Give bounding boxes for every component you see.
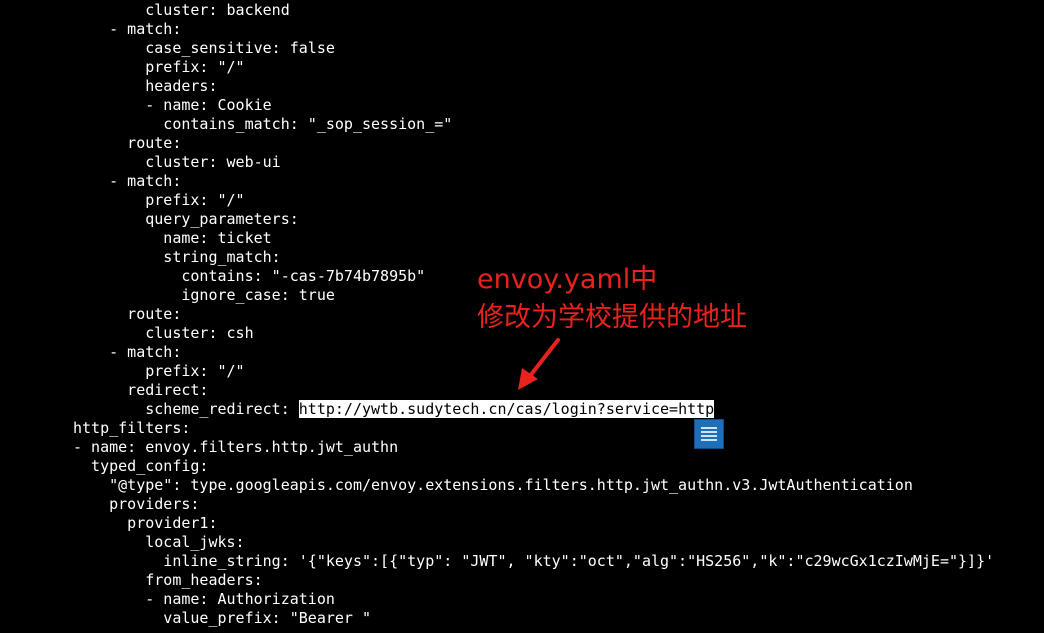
code-line: contains: "-cas-7b74b7895b"	[73, 267, 426, 285]
code-line: route:	[73, 134, 182, 152]
list-icon[interactable]	[694, 419, 724, 449]
code-line: query_parameters:	[73, 210, 299, 228]
code-line: providers:	[73, 495, 200, 513]
code-line: contains_match: "_sop_session_="	[73, 115, 453, 133]
code-line: - match:	[73, 343, 182, 361]
annotation-arrow-icon	[518, 338, 560, 390]
code-line: prefix: "/"	[73, 362, 245, 380]
code-line: - name: Authorization	[73, 590, 335, 608]
code-line: cluster: backend	[73, 1, 290, 19]
code-line: typed_config:	[73, 457, 209, 475]
code-line: http_filters:	[73, 419, 191, 437]
code-line: prefix: "/"	[73, 191, 245, 209]
code-line: case_sensitive: false	[73, 39, 335, 57]
code-line: redirect:	[73, 381, 209, 399]
code-line: cluster: web-ui	[73, 153, 281, 171]
code-line: - match:	[73, 172, 182, 190]
code-line: "@type": type.googleapis.com/envoy.exten…	[73, 476, 913, 494]
code-line: string_match:	[73, 248, 281, 266]
code-line: cluster: csh	[73, 324, 254, 342]
code-line: headers:	[73, 77, 218, 95]
code-line: from_headers:	[73, 571, 263, 589]
code-line-scheme-redirect: scheme_redirect: http://ywtb.sudytech.cn…	[73, 400, 715, 419]
annotation-note: 修改为学校提供的地址	[477, 302, 747, 333]
code-line: value_prefix: "Bearer "	[73, 609, 372, 627]
code-line: - name: envoy.filters.http.jwt_authn	[73, 438, 399, 456]
code-line: name: ticket	[73, 229, 272, 247]
code-line: inline_string: '{"keys":[{"typ": "JWT", …	[73, 552, 995, 570]
code-line: - name: Cookie	[73, 96, 272, 114]
code-line: route:	[73, 305, 182, 323]
code-line: provider1:	[73, 514, 218, 532]
list-lines-icon	[701, 427, 717, 441]
code-line: - match:	[73, 20, 182, 38]
code-line: local_jwks:	[73, 533, 245, 551]
selected-url-text[interactable]: http://ywtb.sudytech.cn/cas/login?servic…	[298, 400, 715, 418]
code-line: prefix: "/"	[73, 58, 245, 76]
code-line: ignore_case: true	[73, 286, 335, 304]
annotation-title: envoy.yaml中	[477, 264, 658, 295]
code-line-key: scheme_redirect:	[73, 400, 299, 418]
